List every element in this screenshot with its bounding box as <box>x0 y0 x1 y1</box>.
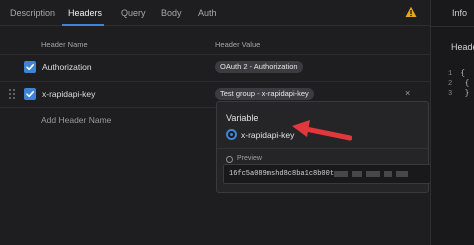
divider <box>0 54 430 55</box>
tab-query[interactable]: Query <box>121 8 146 18</box>
active-tab-indicator <box>62 24 104 26</box>
column-header-value: Header Value <box>215 40 261 49</box>
redacted-text <box>396 171 408 177</box>
preview-value: 16fc5a089mshd8c8ba1c8b00t <box>229 170 335 178</box>
redacted-text <box>334 171 348 177</box>
redacted-text <box>352 171 362 177</box>
annotation-arrow <box>292 120 352 141</box>
code-line: 2 { <box>448 80 470 88</box>
tab-auth[interactable]: Auth <box>198 8 217 18</box>
eye-icon <box>226 156 233 163</box>
header-enabled-checkbox[interactable] <box>24 88 36 100</box>
add-header-name-input[interactable]: Add Header Name <box>41 115 111 125</box>
header-name-field[interactable]: Authorization <box>42 62 92 72</box>
header-value-variable-pill[interactable]: Test group - x-rapidapi-key <box>215 88 314 100</box>
header-value-variable-pill[interactable]: OAuth 2 - Authorization <box>215 61 303 73</box>
divider <box>431 26 474 27</box>
variable-option-label[interactable]: x-rapidapi-key <box>241 130 294 140</box>
checkmark-icon <box>26 64 34 71</box>
header-enabled-checkbox[interactable] <box>24 61 36 73</box>
tab-headers[interactable]: Headers <box>68 8 102 18</box>
tab-description[interactable]: Description <box>10 8 55 18</box>
divider <box>217 148 428 149</box>
code-line: 3 } <box>448 90 470 98</box>
warning-icon[interactable] <box>405 6 417 18</box>
tab-bar: Description Headers Query Body Auth <box>0 0 430 26</box>
preview-label: Preview <box>237 155 262 162</box>
panel-heading: Heade <box>451 42 474 52</box>
redacted-text <box>384 171 392 177</box>
column-header-name: Header Name <box>41 40 88 49</box>
drag-handle-icon[interactable] <box>9 89 15 99</box>
close-icon[interactable]: × <box>405 88 410 98</box>
radio-selected-icon[interactable] <box>226 129 237 140</box>
redacted-text <box>366 171 380 177</box>
info-panel: Info Heade 1 { 2 { 3 } <box>430 0 474 245</box>
checkmark-icon <box>26 91 34 98</box>
tab-body[interactable]: Body <box>161 8 182 18</box>
header-name-field[interactable]: x-rapidapi-key <box>42 89 95 99</box>
popover-title: Variable <box>226 113 259 123</box>
tab-info[interactable]: Info <box>452 8 467 18</box>
code-line: 1 { <box>448 70 465 78</box>
divider <box>0 81 430 82</box>
